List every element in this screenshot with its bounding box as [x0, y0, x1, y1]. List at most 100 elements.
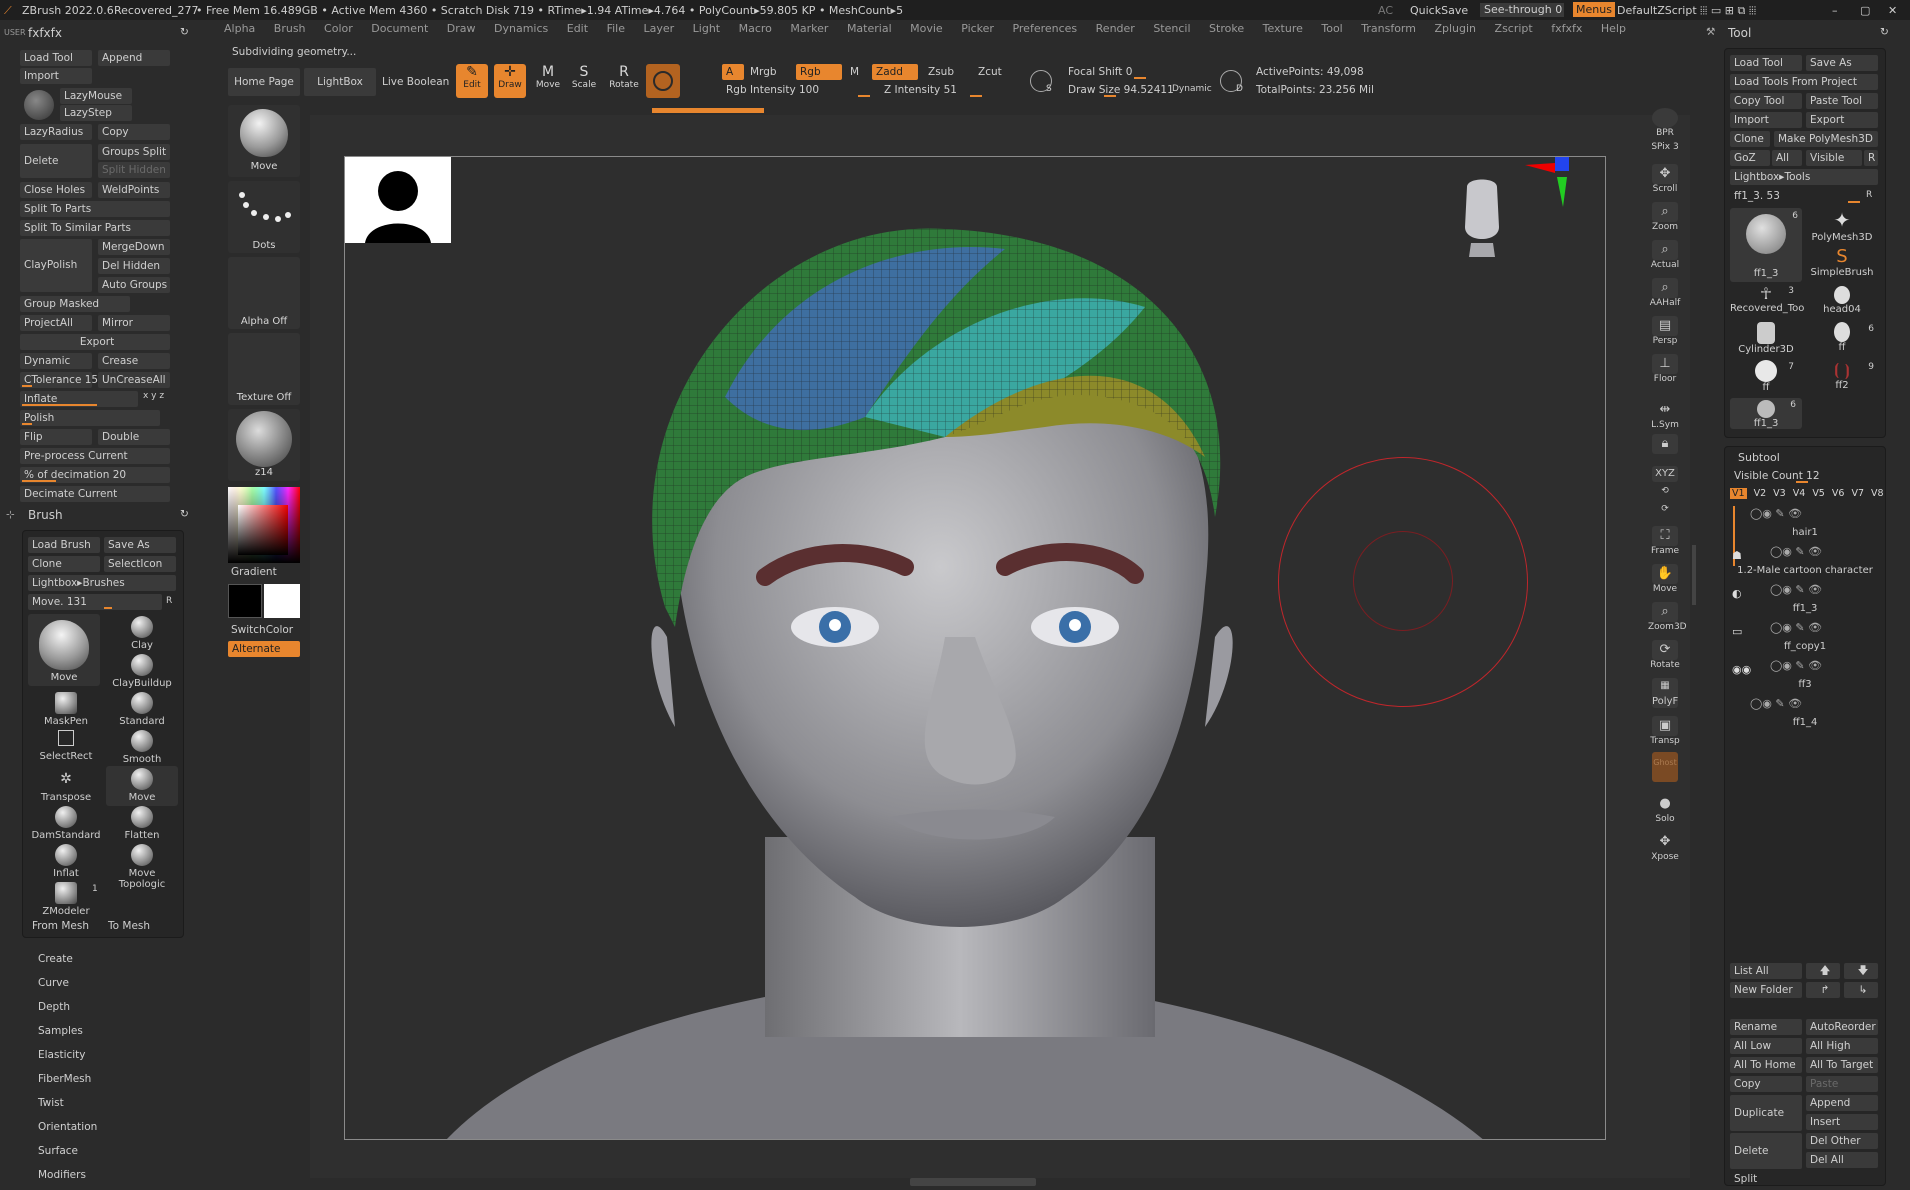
subtool-paste-button[interactable]: Paste [1806, 1076, 1878, 1092]
list-all-button[interactable]: List All [1730, 963, 1802, 979]
brush-clone-button[interactable]: Clone [28, 556, 100, 572]
import-button[interactable]: Import [20, 68, 92, 84]
focal-shift-slider[interactable]: Focal Shift 0 [1064, 64, 1184, 80]
edit-mode-button[interactable]: ✎ Edit [456, 64, 488, 98]
tool-thumb-recovered[interactable]: ☥ 3 Recovered_Too [1730, 284, 1804, 314]
subtool-controls-icon[interactable]: ◯◉ ✎ 👁︎ [1750, 507, 1802, 520]
selecticon-button[interactable]: SelectIcon [104, 556, 176, 572]
version-tab-v1[interactable]: V1 [1730, 488, 1747, 499]
menu-stroke[interactable]: Stroke [1209, 22, 1244, 35]
dynamic-toggle[interactable]: Dynamic [1172, 84, 1212, 94]
make-polymesh3d-button[interactable]: Make PolyMesh3D [1774, 131, 1878, 147]
split-hidden-button[interactable]: Split Hidden [98, 162, 170, 178]
move-mode-button[interactable]: M Move [532, 64, 564, 98]
brush-clay[interactable]: Clay [106, 616, 178, 654]
crease-button[interactable]: Crease [98, 353, 170, 369]
shelf-material[interactable]: z14 [228, 409, 300, 481]
all-low-button[interactable]: All Low [1730, 1038, 1802, 1054]
z-intensity-slider[interactable]: Z Intensity 51 [880, 82, 1020, 98]
from-mesh-button[interactable]: From Mesh [32, 920, 89, 932]
subtool-row-ff-copy1[interactable]: ▭ ◯◉ ✎ 👁︎ ff_copy1 [1730, 621, 1880, 657]
del-hidden-button[interactable]: Del Hidden [98, 258, 170, 274]
move-view-button[interactable]: ✋ Move [1648, 564, 1682, 598]
version-tab-v2[interactable]: V2 [1754, 488, 1767, 499]
menu-transform[interactable]: Transform [1361, 22, 1416, 35]
section-curve[interactable]: Curve [38, 977, 69, 989]
move-down-arrow-icon[interactable]: 🡇 [1844, 963, 1878, 979]
shelf-brush-move[interactable]: Move [228, 105, 300, 177]
subtool-row-hair1[interactable]: ◯◉ ✎ 👁︎ hair1 [1730, 507, 1880, 543]
zsub-button[interactable]: Zsub [928, 66, 954, 78]
del-other-button[interactable]: Del Other [1806, 1133, 1878, 1149]
subtool-controls-icon[interactable]: ◯◉ ✎ 👁︎ [1750, 697, 1802, 710]
close-holes-button[interactable]: Close Holes [20, 182, 92, 198]
menu-layer[interactable]: Layer [643, 22, 674, 35]
version-tab-v3[interactable]: V3 [1773, 488, 1786, 499]
subtool-controls-icon[interactable]: ◯◉ ✎ 👁︎ [1770, 659, 1822, 672]
alternate-button[interactable]: Alternate [228, 641, 300, 657]
lazymouse-button[interactable]: LazyMouse [60, 88, 132, 104]
brush-inflat[interactable]: Inflat [30, 844, 102, 882]
subtool-delete-button[interactable]: Delete [1730, 1133, 1802, 1169]
m-button[interactable]: M [850, 66, 859, 78]
brush-standard[interactable]: Standard [106, 692, 178, 730]
menu-draw[interactable]: Draw [447, 22, 476, 35]
goz-button[interactable]: GoZ [1730, 150, 1770, 166]
tool-thumb-simplebrush[interactable]: S SimpleBrush [1806, 246, 1878, 278]
sculptris-pro-button[interactable] [646, 64, 680, 98]
subtool-title[interactable]: Subtool [1738, 451, 1780, 464]
weldpoints-button[interactable]: WeldPoints [98, 182, 170, 198]
version-tab-v7[interactable]: V7 [1851, 488, 1864, 499]
brush-damstandard[interactable]: DamStandard [30, 806, 102, 844]
current-brush-thumb[interactable]: Move [28, 614, 100, 686]
tool-thumb-ff1_3[interactable]: 6 ff1_3 [1730, 208, 1802, 282]
persp-button[interactable]: ▤ Persp [1648, 316, 1682, 350]
tool-refresh-icon[interactable]: ↻ [1880, 26, 1889, 38]
auto-groups-button[interactable]: Auto Groups [98, 277, 170, 293]
mirror-button[interactable]: Mirror [98, 315, 170, 331]
section-fibermesh[interactable]: FiberMesh [38, 1073, 91, 1085]
copy-tool-button[interactable]: Copy Tool [1730, 93, 1802, 109]
s-toggle[interactable]: S [1046, 84, 1052, 94]
preprocess-current-button[interactable]: Pre-process Current [20, 448, 170, 464]
aahalf-button[interactable]: ⌕ AAHalf [1648, 278, 1682, 312]
xpose-button[interactable]: ✥ Xpose [1648, 832, 1682, 866]
goz-all-button[interactable]: All [1772, 150, 1802, 166]
load-brush-button[interactable]: Load Brush [28, 537, 100, 553]
switchcolor-button[interactable]: SwitchColor [231, 624, 293, 636]
axis-gizmo[interactable] [1515, 157, 1575, 218]
section-surface[interactable]: Surface [38, 1145, 78, 1157]
move-up-arrow-icon[interactable]: 🡅 [1806, 963, 1840, 979]
tool-thumb-head04[interactable]: head04 [1806, 284, 1878, 315]
rotate-mode-button[interactable]: R Rotate [608, 64, 640, 98]
menu-zscript[interactable]: Zscript [1495, 22, 1533, 35]
refresh-icon[interactable]: ↻ [180, 26, 189, 38]
version-tab-v5[interactable]: V5 [1812, 488, 1825, 499]
subtool-copy-button[interactable]: Copy [1730, 1076, 1802, 1092]
export-button[interactable]: Export [20, 334, 170, 350]
reference-image-thumb[interactable] [345, 157, 451, 243]
group-masked-button[interactable]: Group Masked [20, 296, 130, 312]
append-button[interactable]: Append [98, 50, 170, 66]
all-to-target-button[interactable]: All To Target [1806, 1057, 1878, 1073]
ghost-button[interactable]: Ghost [1648, 752, 1682, 786]
subtool-row-ff1_4[interactable]: ◯◉ ✎ 👁︎ ff1_4 [1730, 697, 1880, 733]
lightbox-button[interactable]: LightBox [304, 68, 376, 96]
insert-button[interactable]: Insert [1806, 1114, 1878, 1130]
brush-claybuildup[interactable]: ClayBuildup [106, 654, 178, 692]
flip-button[interactable]: Flip [20, 429, 92, 445]
brush-save-as-button[interactable]: Save As [104, 537, 176, 553]
uncreaseall-button[interactable]: UnCreaseAll [98, 372, 170, 388]
brush-transpose[interactable]: ✲ Transpose [30, 768, 102, 806]
section-create[interactable]: Create [38, 953, 73, 965]
brush-move-topologic[interactable]: Move Topologic [106, 844, 178, 890]
menu-document[interactable]: Document [371, 22, 428, 35]
lsym-button[interactable]: ⇹ L.Sym [1648, 400, 1682, 434]
layout-icons[interactable]: ⦙⦙⦙ ▭ ⊞ ⧉ ⦙⦙⦙ [1700, 4, 1756, 18]
version-tab-v8[interactable]: V8 [1871, 488, 1884, 499]
del-all-button[interactable]: Del All [1806, 1152, 1878, 1168]
bottom-shelf-handle[interactable] [910, 1178, 1036, 1186]
secondary-color-swatch[interactable] [228, 584, 262, 618]
quicksave-button[interactable]: QuickSave [1410, 4, 1468, 17]
menu-picker[interactable]: Picker [961, 22, 994, 35]
